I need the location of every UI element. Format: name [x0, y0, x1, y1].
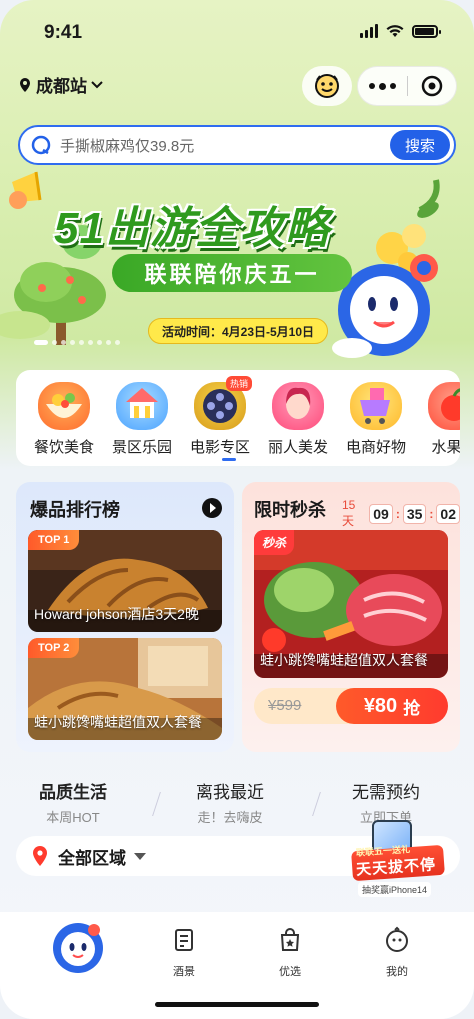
tab-label: 我的 — [386, 966, 408, 978]
countdown-hours: 09 — [369, 503, 393, 524]
top-rank-badge: TOP 2 — [28, 638, 80, 658]
countdown-timer: 15天 09 : 35 : 02 — [342, 498, 460, 529]
grab-label: 抢 — [403, 698, 421, 718]
countdown-minutes: 35 — [402, 503, 427, 524]
category-label: 餐饮美食 — [33, 439, 94, 456]
status-time: 9:41 — [44, 22, 83, 43]
banner-pagination — [34, 340, 120, 345]
flash-sale-caption: 蛙小跳馋嘴蛙超值双人套餐 — [260, 652, 428, 668]
home-indicator — [155, 1002, 319, 1007]
floating-promo-widget[interactable]: 联联五一送礼 天天拔不停 抽奖赢iPhone14 — [351, 820, 445, 898]
tab-subtitle: 本周HOT — [46, 810, 100, 825]
city-name: 成都站 — [36, 77, 87, 96]
shopping-cart-icon — [350, 382, 402, 430]
battery-icon — [412, 24, 441, 38]
category-row: 餐饮美食 景区乐园 热销 电影专区 丽人美发 电商好物 水果 — [16, 370, 460, 466]
hotel-icon — [175, 929, 193, 951]
tab-quality-life[interactable]: 品质生活 本周HOT — [3, 778, 143, 826]
tab-hotel[interactable]: 酒景 — [154, 926, 214, 979]
tab-profile[interactable]: 我的 — [367, 926, 427, 979]
mascot-service-button[interactable] — [302, 66, 352, 106]
category-scroll-indicator — [222, 458, 236, 461]
chevron-down-icon — [91, 80, 103, 88]
profile-face-icon — [386, 926, 408, 952]
category-item-beauty[interactable]: 丽人美发 — [258, 382, 338, 457]
countdown-seconds: 02 — [436, 503, 460, 524]
tab-title: 无需预约 — [352, 783, 420, 802]
caret-down-icon — [134, 852, 146, 860]
top-rank-badge: TOP 1 — [28, 530, 80, 550]
phone-screen: 9:41 成都站 手撕椒麻鸡仅39.8元 搜索 51出游全攻略 联联陪你庆五一 … — [0, 0, 474, 1019]
tab-label: 优选 — [279, 966, 301, 978]
price-bar: ¥599 ¥80 抢 — [254, 688, 448, 724]
tab-title: 离我最近 — [196, 783, 264, 802]
wifi-icon — [386, 25, 404, 37]
ranking-title: 爆品排行榜 — [30, 500, 120, 520]
category-label: 丽人美发 — [267, 439, 328, 456]
promo-banner[interactable]: 51出游全攻略 联联陪你庆五一 活动时间：4月23日-5月10日 — [0, 170, 474, 360]
target-circle-icon — [421, 75, 443, 97]
flash-sale-item[interactable]: 秒杀 蛙小跳馋嘴蛙超值双人套餐 — [254, 530, 448, 678]
status-icons — [360, 24, 441, 38]
city-selector[interactable]: 成都站 — [18, 72, 103, 97]
category-item-park[interactable]: 景区乐园 — [102, 382, 182, 457]
carousel-icon — [116, 382, 168, 430]
location-pin-icon — [20, 77, 30, 92]
category-item-shop[interactable]: 电商好物 — [336, 382, 416, 457]
beauty-icon — [272, 382, 324, 430]
flash-sale-title: 限时秒杀 — [254, 500, 326, 520]
signal-icon — [360, 24, 378, 38]
category-label: 电商好物 — [345, 439, 406, 456]
category-item-movie[interactable]: 热销 电影专区 — [180, 376, 260, 457]
ranking-caption: Howard johson酒店3天2晚 — [34, 606, 199, 622]
mascot-face-icon — [315, 74, 339, 98]
original-price: ¥599 — [268, 697, 302, 714]
category-item-fruit[interactable]: 水果生 — [414, 382, 460, 457]
search-input[interactable]: 手撕椒麻鸡仅39.8元 — [60, 135, 390, 156]
search-button[interactable]: 搜索 — [390, 130, 450, 160]
tab-label: 酒景 — [173, 966, 195, 978]
category-label: 电影专区 — [189, 439, 250, 456]
tree-illustration — [0, 262, 106, 345]
fruit-icon — [428, 382, 460, 430]
ranking-caption: 蛙小跳馋嘴蛙超值双人套餐 — [34, 714, 202, 730]
mascot-home-icon — [53, 923, 103, 973]
food-bowl-icon — [38, 382, 90, 430]
tab-no-reservation[interactable]: 无需预约 立即下单 — [316, 778, 456, 826]
hot-badge: 热销 — [225, 376, 252, 391]
category-label: 景区乐园 — [111, 439, 172, 456]
shopping-bag-icon — [280, 928, 300, 951]
grab-button[interactable]: ¥80 抢 — [336, 688, 448, 724]
status-bar: 9:41 — [0, 18, 474, 48]
ranking-item-2[interactable]: TOP 2 蛙小跳馋嘴蛙超值双人套餐 — [28, 638, 222, 740]
category-label: 水果生 — [431, 439, 460, 456]
film-reel-icon: 热销 — [194, 376, 252, 430]
banner-date: 活动时间：4月23日-5月10日 — [148, 318, 328, 344]
close-miniapp-button[interactable] — [408, 75, 456, 97]
ranking-item-1[interactable]: TOP 1 Howard johson酒店3天2晚 — [28, 530, 222, 632]
tab-subtitle: 走！去嗨皮 — [197, 810, 263, 825]
tab-nearby[interactable]: 离我最近 走！去嗨皮 — [160, 778, 300, 826]
more-dots-icon[interactable] — [358, 82, 407, 90]
search-bar[interactable]: 手撕椒麻鸡仅39.8元 搜索 — [18, 125, 456, 165]
sale-price: ¥80 — [363, 694, 398, 717]
tab-title: 品质生活 — [39, 783, 107, 802]
quality-tabs: 品质生活 本周HOT 离我最近 走！去嗨皮 无需预约 立即下单 — [0, 778, 474, 826]
promo-footnote: 抽奖赢iPhone14 — [358, 882, 432, 897]
countdown-days: 15天 — [342, 498, 356, 528]
seckill-badge: 秒杀 — [254, 530, 295, 555]
tab-selected-goods[interactable]: 优选 — [260, 926, 320, 979]
megaphone-icon — [9, 171, 42, 209]
area-filter-label: 全部区域 — [58, 848, 126, 868]
arrow-right-icon[interactable] — [202, 498, 222, 518]
location-pin-icon — [33, 846, 47, 866]
ranking-card[interactable]: 爆品排行榜 TOP 1 Howard johson酒店3天2晚 TOP 2 蛙小… — [16, 482, 234, 752]
tab-home[interactable] — [48, 920, 108, 980]
banner-title: 51出游全攻略 — [54, 204, 330, 253]
category-item-food[interactable]: 餐饮美食 — [24, 382, 104, 457]
miniapp-capsule — [357, 66, 457, 106]
search-q-icon — [31, 135, 51, 155]
banner-subtitle: 联联陪你庆五一 — [112, 254, 352, 292]
flash-sale-card[interactable]: 限时秒杀 15天 09 : 35 : 02 秒杀 蛙小跳馋嘴蛙超值双人套餐 ¥5… — [242, 482, 460, 752]
